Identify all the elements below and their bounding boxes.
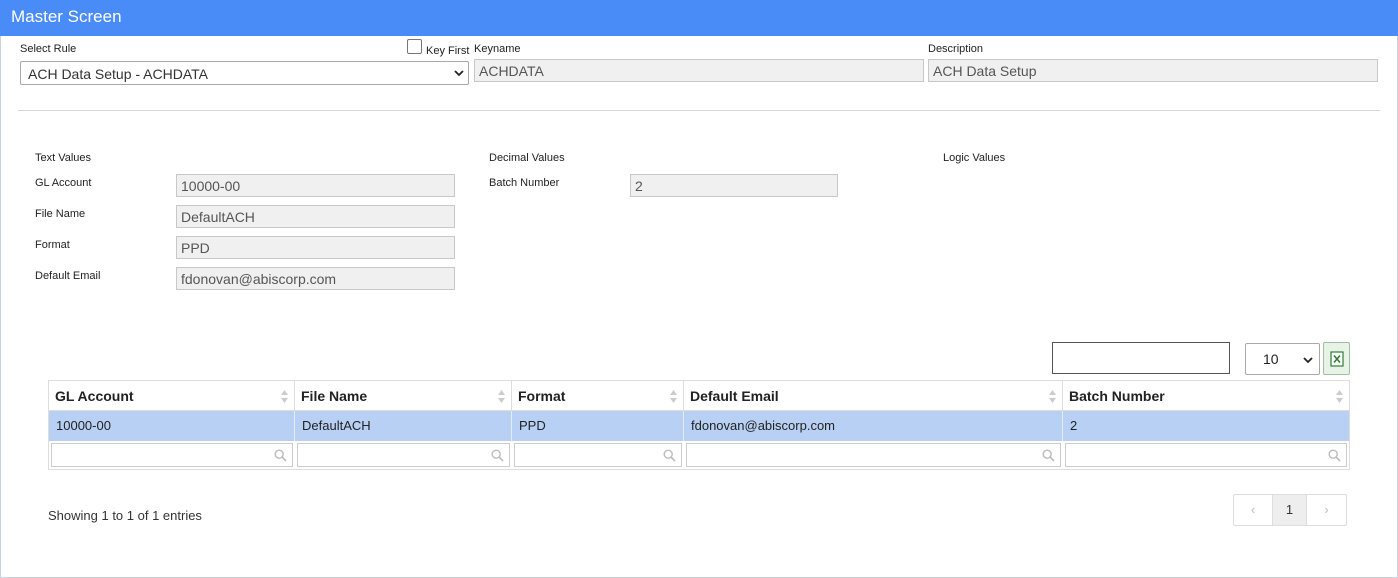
filter-cell [49,441,295,469]
column-header-file-name[interactable]: File Name [295,381,512,411]
filter-input-format[interactable] [514,443,682,467]
decimal-values-heading: Decimal Values [489,152,565,164]
gl-account-field[interactable]: 10000-00 [176,174,455,197]
sort-icon [281,390,288,403]
cell-text: fdonovan@abiscorp.com [691,418,835,433]
filter-input-gl-account[interactable] [51,443,293,467]
cell-text: 10000-00 [56,418,111,433]
search-icon [491,449,504,462]
keyname-field[interactable]: ACHDATA [474,59,924,82]
search-icon [663,449,676,462]
pagination-next-button[interactable]: › [1307,495,1346,525]
filter-cell [295,441,512,469]
batch-number-value: 2 [635,178,643,194]
data-table: GL Account File Name Format Default Emai… [48,380,1350,470]
chevron-left-icon: ‹ [1250,502,1256,517]
default-email-field[interactable]: fdonovan@abiscorp.com [176,267,455,290]
file-name-value: DefaultACH [181,209,255,225]
sort-icon [1049,390,1056,403]
pagination-previous-button[interactable]: ‹ [1234,495,1273,525]
table-cell[interactable]: fdonovan@abiscorp.com [684,411,1063,441]
table-cell[interactable]: PPD [512,411,684,441]
description-value: ACH Data Setup [933,63,1037,79]
gl-account-label: GL Account [35,177,92,189]
gl-account-value: 10000-00 [181,178,241,194]
title-bar: Master Screen [0,0,1398,36]
keyname-label: Keyname [474,43,521,55]
select-rule-label: Select Rule [20,43,77,55]
column-header-label: Default Email [690,388,779,404]
table-search-input[interactable] [1052,342,1230,374]
column-header-label: Format [518,388,566,404]
table-cell[interactable]: 2 [1063,411,1349,441]
search-icon [1042,449,1055,462]
format-value: PPD [181,240,210,256]
filter-input-file-name[interactable] [297,443,510,467]
chevron-down-icon [1303,357,1313,364]
column-header-gl-account[interactable]: GL Account [49,381,295,411]
key-first-label: Key First [426,45,470,57]
column-header-default-email[interactable]: Default Email [684,381,1063,411]
column-header-label: Batch Number [1069,388,1165,404]
search-icon [274,449,287,462]
filter-cell [1063,441,1349,469]
cell-text: PPD [519,418,546,433]
filter-input-batch-number[interactable] [1065,443,1347,467]
batch-number-label: Batch Number [489,177,560,189]
window-title: Master Screen [11,7,122,26]
file-name-label: File Name [35,208,86,220]
divider [18,110,1380,111]
search-icon [1328,449,1341,462]
column-header-batch-number[interactable]: Batch Number [1063,381,1349,411]
file-name-field[interactable]: DefaultACH [176,205,455,228]
page-number: 1 [1285,502,1294,517]
page-size-select[interactable]: 10 [1245,343,1320,375]
chevron-down-icon [454,70,464,77]
key-first-checkbox[interactable] [407,39,422,54]
filter-input-default-email[interactable] [686,443,1061,467]
chevron-right-icon: › [1324,502,1329,517]
table-info: Showing 1 to 1 of 1 entries [48,508,202,523]
default-email-label: Default Email [35,270,101,282]
keyname-value: ACHDATA [479,63,544,79]
export-excel-button[interactable] [1323,342,1350,375]
format-field[interactable]: PPD [176,236,455,259]
format-label: Format [35,239,70,251]
column-header-label: File Name [301,388,368,404]
select-rule-dropdown[interactable]: ACH Data Setup - ACHDATA [20,61,469,85]
pagination: ‹ 1 › [1233,494,1347,526]
sort-icon [1336,390,1343,403]
cell-text: 2 [1070,418,1078,433]
description-label: Description [928,43,984,55]
description-field[interactable]: ACH Data Setup [928,59,1378,82]
text-values-heading: Text Values [35,152,92,164]
table-cell[interactable]: DefaultACH [295,411,512,441]
excel-icon [1330,351,1344,367]
batch-number-field[interactable]: 2 [630,174,838,197]
cell-text: DefaultACH [302,418,371,433]
sort-icon [670,390,677,403]
pagination-page-1[interactable]: 1 [1273,495,1307,525]
table-cell[interactable]: 10000-00 [49,411,295,441]
filter-cell [512,441,684,469]
column-header-format[interactable]: Format [512,381,684,411]
filter-cell [684,441,1063,469]
default-email-value: fdonovan@abiscorp.com [181,271,337,287]
column-header-label: GL Account [55,388,134,404]
logic-values-heading: Logic Values [943,152,1006,164]
page-size-value: 10 [1263,351,1279,367]
select-rule-value: ACH Data Setup - ACHDATA [28,66,208,82]
sort-icon [498,390,505,403]
